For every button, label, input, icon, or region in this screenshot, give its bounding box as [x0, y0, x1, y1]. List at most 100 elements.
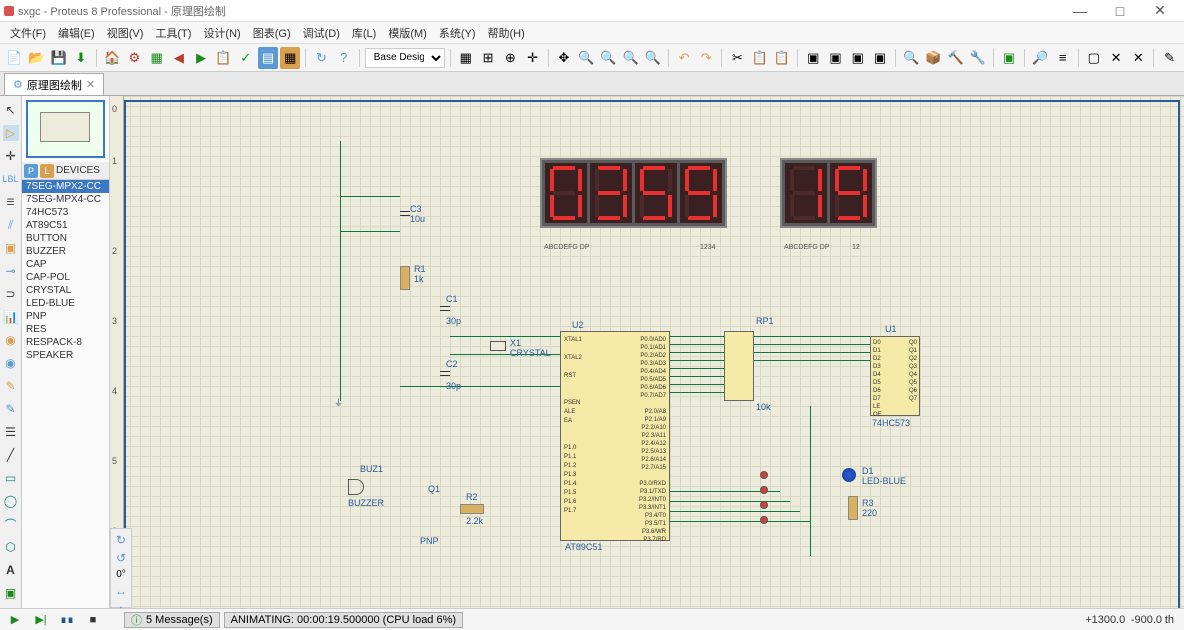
maximize-button[interactable]: □: [1100, 3, 1140, 19]
3d-icon[interactable]: ◀: [169, 47, 189, 69]
package-icon[interactable]: 📦: [923, 47, 943, 69]
messages-indicator[interactable]: ⓘ 5 Message(s): [124, 612, 220, 628]
bom-icon[interactable]: 📋: [213, 47, 233, 69]
play-button[interactable]: ▶: [4, 611, 26, 629]
d1-led[interactable]: [842, 468, 856, 482]
button[interactable]: [760, 501, 768, 509]
symbol-tool[interactable]: ▣: [3, 585, 19, 601]
center-icon[interactable]: ✛: [522, 47, 542, 69]
device-item[interactable]: RESPACK-8: [22, 336, 109, 349]
device-item[interactable]: BUZZER: [22, 245, 109, 258]
graph-tool[interactable]: 📊: [3, 309, 19, 325]
r3[interactable]: [848, 496, 858, 520]
grid-icon[interactable]: ▦: [456, 47, 476, 69]
block-copy-icon[interactable]: ▣: [803, 47, 823, 69]
device-item[interactable]: PNP: [22, 310, 109, 323]
device-item[interactable]: RES: [22, 323, 109, 336]
menu-help[interactable]: 帮助(H): [482, 25, 531, 41]
design-explorer-icon[interactable]: ▦: [280, 47, 300, 69]
r1[interactable]: [400, 266, 410, 290]
pcb-icon[interactable]: ▦: [147, 47, 167, 69]
device-item[interactable]: SPEAKER: [22, 349, 109, 362]
copy-icon[interactable]: 📋: [750, 47, 770, 69]
close-icon[interactable]: ⬇: [71, 47, 91, 69]
design-selector[interactable]: Base Design: [365, 48, 445, 68]
find-icon[interactable]: 🔎: [1030, 47, 1050, 69]
pan-icon[interactable]: ✥: [554, 47, 574, 69]
path-tool[interactable]: ⬡: [3, 539, 19, 555]
devices-list[interactable]: 7SEG-MPX2-CC 7SEG-MPX4-CC 74HC573 AT89C5…: [22, 180, 109, 630]
bus-icon[interactable]: ✕: [1106, 47, 1126, 69]
menu-view[interactable]: 视图(V): [101, 25, 150, 41]
line-tool[interactable]: ╱: [3, 447, 19, 463]
device-item[interactable]: CAP-POL: [22, 271, 109, 284]
schematic-icon[interactable]: ⚙: [124, 47, 144, 69]
save-icon[interactable]: 💾: [49, 47, 69, 69]
redo-icon[interactable]: ↷: [696, 47, 716, 69]
minimize-button[interactable]: —: [1060, 3, 1100, 19]
new-icon[interactable]: 📄: [4, 47, 24, 69]
origin-icon[interactable]: ⊕: [500, 47, 520, 69]
step-button[interactable]: ▶|: [30, 611, 52, 629]
refresh-icon[interactable]: ↻: [311, 47, 331, 69]
rotate-ccw-icon[interactable]: ↺: [113, 551, 129, 565]
schematic-canvas[interactable]: 0 1 2 3 4 5 6 ABCDEFG DP 1234 ABCDEFG DP…: [110, 96, 1184, 630]
menu-chart[interactable]: 图表(G): [247, 25, 297, 41]
rp1[interactable]: [724, 331, 754, 401]
verify-icon[interactable]: 🔧: [968, 47, 988, 69]
device-item[interactable]: 7SEG-MPX2-CC: [22, 180, 109, 193]
block-rotate-icon[interactable]: ▣: [848, 47, 868, 69]
cut-icon[interactable]: ✂: [727, 47, 747, 69]
menu-template[interactable]: 模版(M): [382, 25, 433, 41]
junction-icon[interactable]: ✕: [1128, 47, 1148, 69]
device-item[interactable]: AT89C51: [22, 219, 109, 232]
drc-icon[interactable]: ✓: [236, 47, 256, 69]
button[interactable]: [760, 471, 768, 479]
seven-seg-display-1[interactable]: [540, 158, 727, 228]
zoom-out-icon[interactable]: 🔍: [598, 47, 618, 69]
menu-design[interactable]: 设计(N): [197, 25, 246, 41]
device-item[interactable]: CRYSTAL: [22, 284, 109, 297]
device-item[interactable]: 74HC573: [22, 206, 109, 219]
menu-file[interactable]: 文件(F): [4, 25, 52, 41]
property-icon[interactable]: ≡: [1053, 47, 1073, 69]
snap-icon[interactable]: ⊞: [478, 47, 498, 69]
device-item[interactable]: LED-BLUE: [22, 297, 109, 310]
device-item[interactable]: 7SEG-MPX4-CC: [22, 193, 109, 206]
probe-i-tool[interactable]: ✎: [3, 401, 19, 417]
pin-tool[interactable]: ⊃: [3, 286, 19, 302]
wire-icon[interactable]: ▢: [1084, 47, 1104, 69]
zoom-in-icon[interactable]: 🔍: [576, 47, 596, 69]
help-icon[interactable]: ?: [334, 47, 354, 69]
menu-tool[interactable]: 工具(T): [149, 25, 197, 41]
junction-tool[interactable]: ✛: [3, 148, 19, 164]
box-tool[interactable]: ▭: [3, 470, 19, 486]
menu-lib[interactable]: 库(L): [346, 25, 382, 41]
u2-at89c51[interactable]: XTAL1XTAL2RSTPSENALEEAP1.0P1.1P1.2P1.3P1…: [560, 331, 670, 541]
virtual-tool[interactable]: ☰: [3, 424, 19, 440]
tab-close-icon[interactable]: ✕: [86, 78, 95, 91]
pick-icon[interactable]: 🔍: [901, 47, 921, 69]
tape-tool[interactable]: ◉: [3, 332, 19, 348]
menu-system[interactable]: 系统(Y): [433, 25, 482, 41]
x1[interactable]: [490, 341, 506, 351]
erc-icon[interactable]: ▤: [258, 47, 278, 69]
tab-schematic[interactable]: ⚙ 原理图绘制 ✕: [4, 73, 104, 95]
paste-icon[interactable]: 📋: [772, 47, 792, 69]
subcircuit-tool[interactable]: ▣: [3, 240, 19, 256]
menu-debug[interactable]: 调试(D): [297, 25, 346, 41]
rotate-cw-icon[interactable]: ↻: [113, 533, 129, 547]
undo-icon[interactable]: ↶: [674, 47, 694, 69]
zoom-area-icon[interactable]: 🔍: [643, 47, 663, 69]
zoom-fit-icon[interactable]: 🔍: [620, 47, 640, 69]
arc-tool[interactable]: ⌒: [3, 516, 19, 532]
block-delete-icon[interactable]: ▣: [870, 47, 890, 69]
p-icon[interactable]: P: [24, 164, 38, 178]
seven-seg-display-2[interactable]: [780, 158, 877, 228]
block-move-icon[interactable]: ▣: [825, 47, 845, 69]
circle-tool[interactable]: ◯: [3, 493, 19, 509]
device-item[interactable]: BUTTON: [22, 232, 109, 245]
r2[interactable]: [460, 504, 484, 514]
close-button[interactable]: ✕: [1140, 2, 1180, 19]
buz1[interactable]: [348, 476, 372, 496]
